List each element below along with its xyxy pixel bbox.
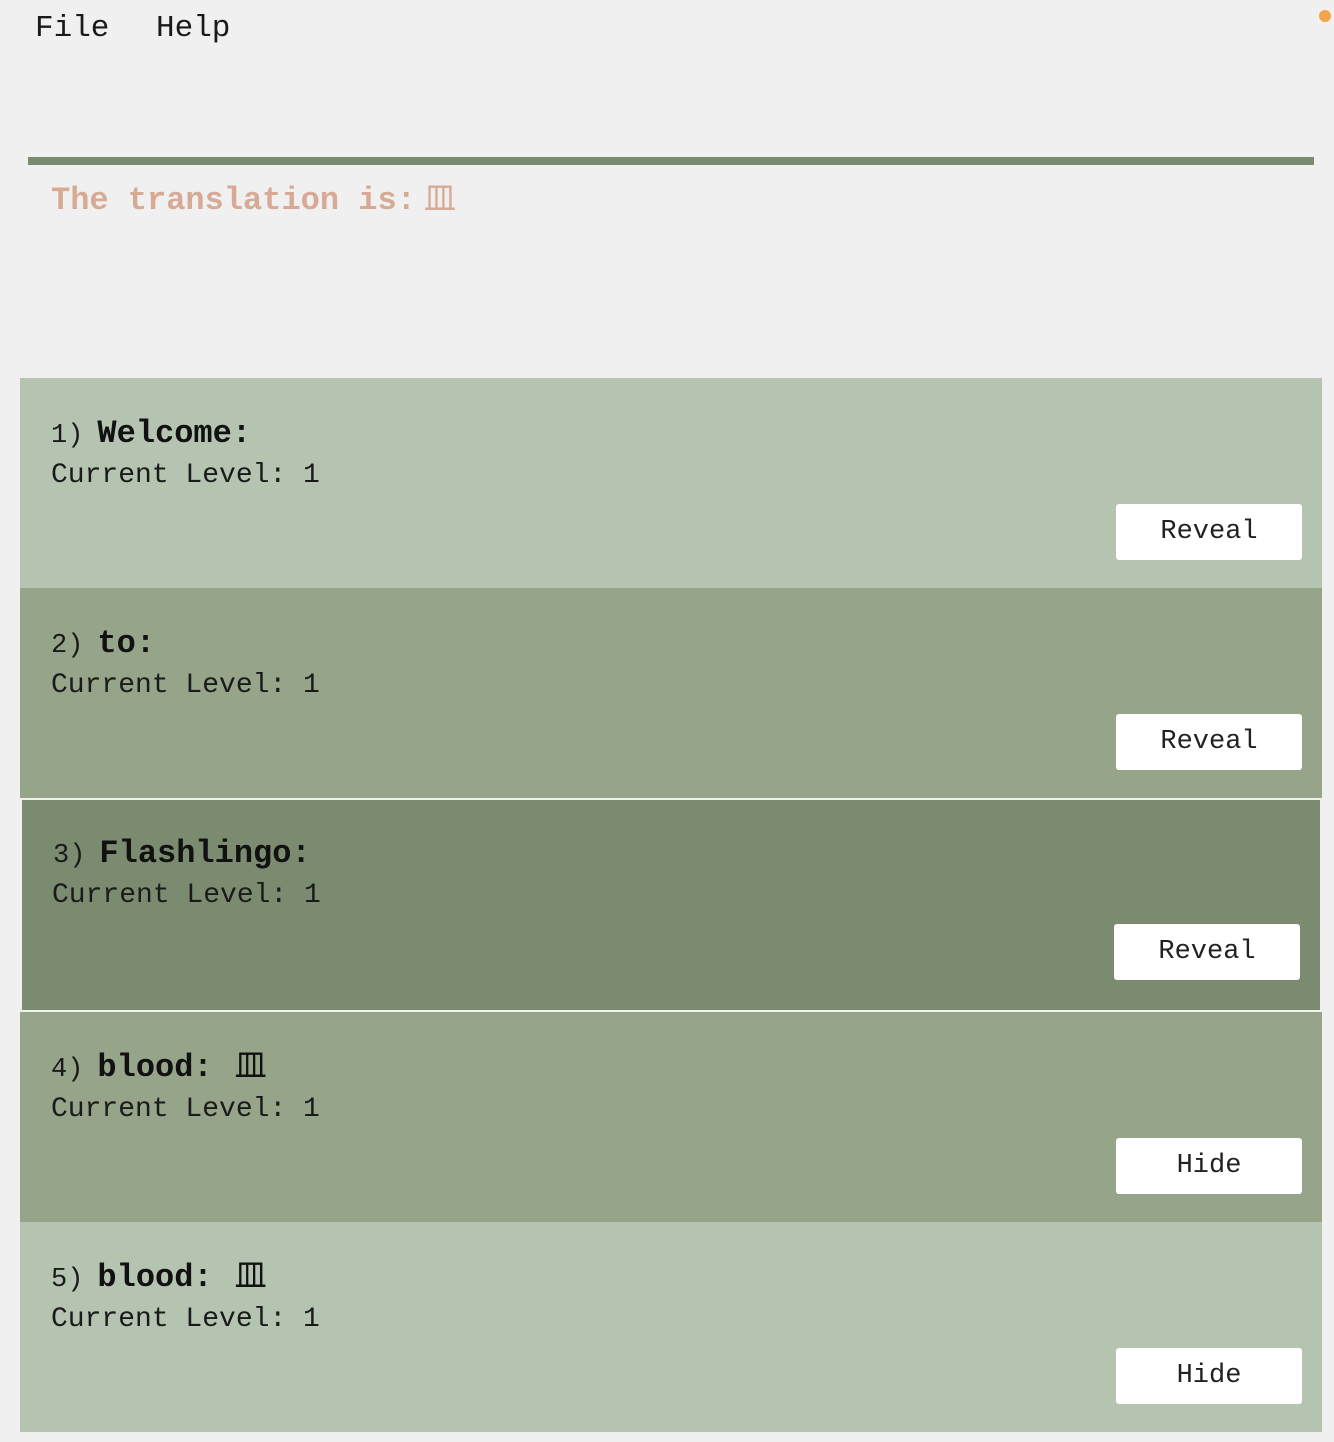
flashcard-3: 3) Flashlingo: Current Level: 1 Reveal xyxy=(20,798,1322,1012)
flashcard-number: 3) xyxy=(53,841,86,871)
translation-label: The translation is: xyxy=(51,182,416,219)
flashcard-header: 5) blood: 皿 xyxy=(51,1255,267,1296)
flashcard-header: 1) Welcome: xyxy=(51,411,273,452)
flashcard-translation: 皿 xyxy=(234,1256,267,1294)
translation-value: 皿 xyxy=(423,179,456,217)
status-dot-icon xyxy=(1319,10,1331,22)
menu-file[interactable]: File xyxy=(35,10,109,48)
flashcard-translation: 皿 xyxy=(234,1046,267,1084)
flashcard-word: Flashlingo: xyxy=(99,835,311,872)
reveal-button[interactable]: Reveal xyxy=(1116,714,1302,770)
flashcard-number: 4) xyxy=(51,1055,84,1085)
flashcard-5: 5) blood: 皿 Current Level: 1 Hide xyxy=(20,1222,1322,1432)
flashcard-number: 2) xyxy=(51,631,84,661)
flashcard-2: 2) to: Current Level: 1 Reveal xyxy=(20,588,1322,798)
flashcard-level: Current Level: 1 xyxy=(52,880,321,911)
flashcard-level: Current Level: 1 xyxy=(51,1304,320,1335)
flashcard-level: Current Level: 1 xyxy=(51,670,320,701)
reveal-button[interactable]: Reveal xyxy=(1114,924,1300,980)
flashcard-word: blood: xyxy=(97,1049,213,1086)
flashcard-header: 2) to: xyxy=(51,621,177,662)
hide-button[interactable]: Hide xyxy=(1116,1138,1302,1194)
menu-bar: File Help xyxy=(0,0,1334,60)
divider xyxy=(28,157,1314,165)
flashcard-number: 1) xyxy=(51,421,84,451)
flashcard-word: blood: xyxy=(97,1259,213,1296)
flashcard-4: 4) blood: 皿 Current Level: 1 Hide xyxy=(20,1012,1322,1222)
flashcard-word: Welcome: xyxy=(97,415,252,452)
translation-output: The translation is: 皿 xyxy=(51,178,456,221)
flashcard-level: Current Level: 1 xyxy=(51,1094,320,1125)
hide-button[interactable]: Hide xyxy=(1116,1348,1302,1404)
flashcard-header: 3) Flashlingo: xyxy=(53,831,333,872)
reveal-button[interactable]: Reveal xyxy=(1116,504,1302,560)
menu-help[interactable]: Help xyxy=(156,10,230,48)
flashcard-number: 5) xyxy=(51,1265,84,1295)
flashcard-header: 4) blood: 皿 xyxy=(51,1045,267,1086)
flashcard-word: to: xyxy=(97,625,156,662)
flashcard-1: 1) Welcome: Current Level: 1 Reveal xyxy=(20,378,1322,588)
flashcard-level: Current Level: 1 xyxy=(51,460,320,491)
